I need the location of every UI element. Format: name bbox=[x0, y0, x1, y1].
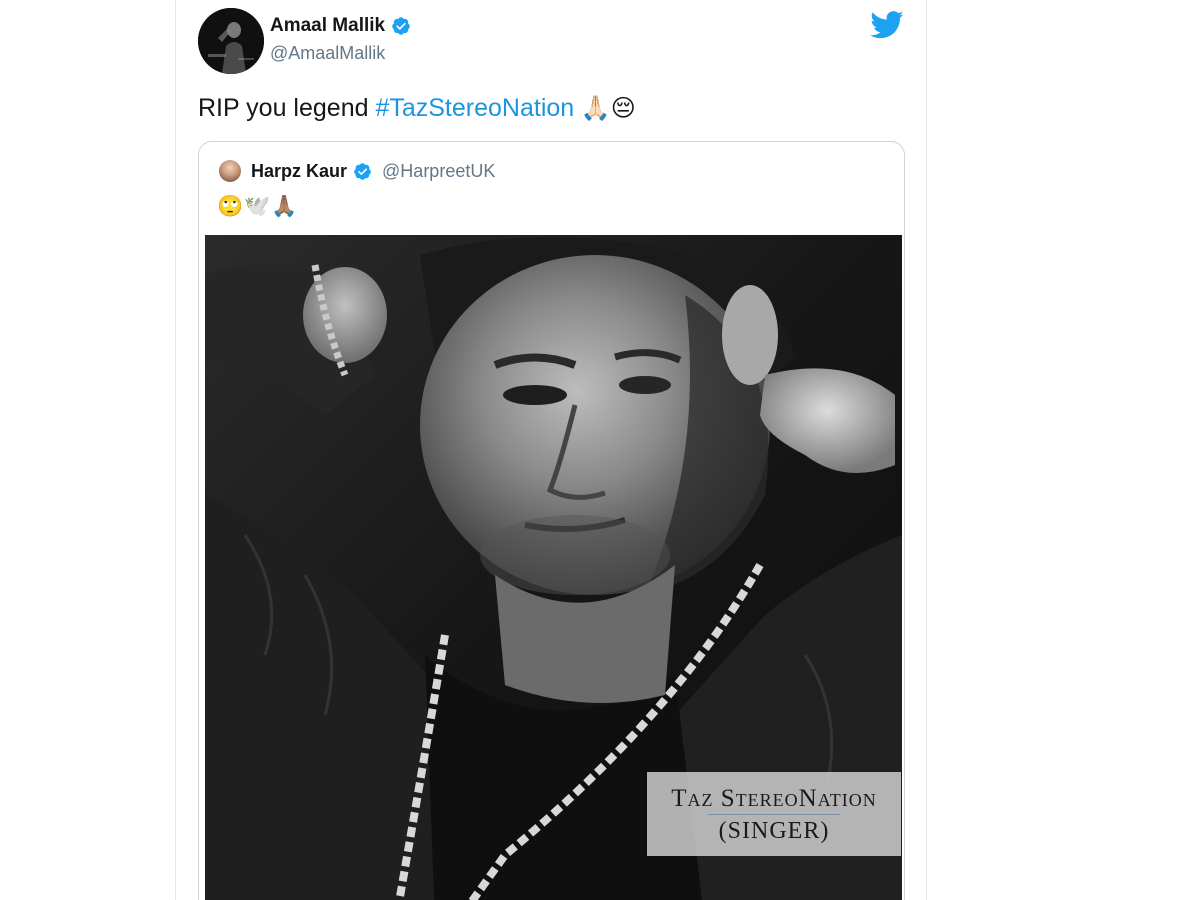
quoted-tweet-text: 🙄🕊️🙏🏽 bbox=[217, 195, 299, 218]
quoted-author-handle[interactable]: @HarpreetUK bbox=[382, 160, 495, 182]
tweet-emojis: 🙏🏻😔 bbox=[574, 95, 636, 122]
tweet-card: Amaal Mallik @AmaalMallik RIP you legend… bbox=[175, 0, 927, 900]
hashtag-link[interactable]: #TazStereoNation bbox=[375, 94, 574, 122]
photo-caption: Taz StereoNation (SINGER) bbox=[647, 772, 901, 856]
author-info: Amaal Mallik @AmaalMallik bbox=[270, 14, 411, 65]
author-handle[interactable]: @AmaalMallik bbox=[270, 41, 411, 65]
user-avatar-icon bbox=[198, 8, 264, 74]
author-name[interactable]: Amaal Mallik bbox=[270, 14, 385, 38]
verified-badge-icon bbox=[354, 162, 371, 180]
quoted-header: Harpz Kaur @HarpreetUK bbox=[251, 160, 495, 182]
quoted-photo[interactable]: Taz StereoNation (SINGER) bbox=[205, 235, 902, 900]
author-avatar[interactable] bbox=[198, 8, 264, 74]
author-name-row: Amaal Mallik bbox=[270, 14, 411, 38]
tweet-text-body: RIP you legend bbox=[198, 94, 376, 122]
page: Amaal Mallik @AmaalMallik RIP you legend… bbox=[0, 0, 1200, 900]
twitter-bird-icon[interactable] bbox=[870, 10, 904, 40]
caption-subtitle: (SINGER) bbox=[718, 818, 830, 844]
quoted-author-name[interactable]: Harpz Kaur bbox=[251, 160, 347, 182]
quoted-author-avatar[interactable] bbox=[219, 160, 241, 182]
verified-badge-icon bbox=[392, 17, 410, 35]
tweet-text: RIP you legend #TazStereoNation 🙏🏻😔 bbox=[198, 92, 636, 125]
quoted-tweet[interactable]: Harpz Kaur @HarpreetUK 🙄🕊️🙏🏽 Taz StereoN… bbox=[198, 141, 905, 900]
caption-title: Taz StereoNation bbox=[671, 785, 877, 812]
